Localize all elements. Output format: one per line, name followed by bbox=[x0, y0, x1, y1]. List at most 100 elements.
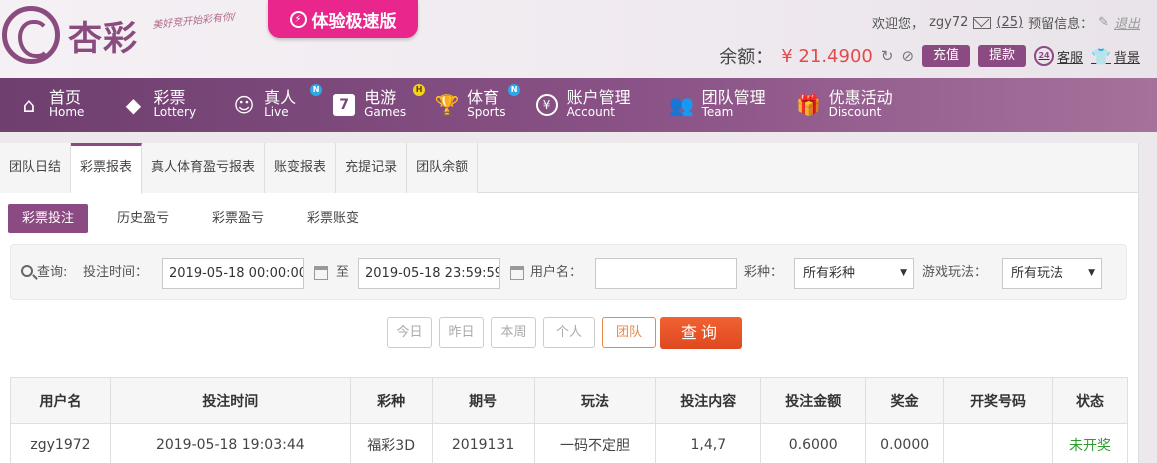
bet-time-label: 投注时间： bbox=[83, 265, 149, 280]
cell-status: 未开奖 bbox=[1052, 423, 1128, 463]
speed-version-button[interactable]: ⚡ 体验极速版 bbox=[268, 0, 418, 38]
nav-label-cn: 优惠活动 bbox=[828, 88, 893, 107]
nav-item-home[interactable]: ⌂ 首页 Home bbox=[18, 78, 85, 132]
withdraw-button[interactable]: 提款 bbox=[978, 45, 1027, 67]
filter-team-button[interactable]: 团队 bbox=[602, 317, 656, 348]
nav-label-en: Home bbox=[49, 105, 85, 119]
caret-down-icon: ▼ bbox=[900, 268, 907, 278]
background-skin-label: 背景 bbox=[1113, 50, 1140, 66]
background-skin-link[interactable]: 👕 背景 bbox=[1091, 47, 1140, 66]
logo-text: 杏彩 bbox=[68, 18, 138, 59]
slogan: 美好竞开始彩有你/ bbox=[151, 11, 236, 32]
search-icon bbox=[21, 265, 33, 277]
tab-lottery-report[interactable]: 彩票报表 bbox=[71, 143, 143, 194]
balance-value: ¥ 21.4900 bbox=[781, 45, 873, 67]
balance-bar: 余额： ¥ 21.4900 ↻ ⊘ 充值 提款 24 客服 👕 背景 bbox=[719, 43, 1140, 69]
search-button[interactable]: 查询 bbox=[660, 317, 742, 349]
filter-week-button[interactable]: 本周 bbox=[491, 317, 536, 348]
shirt-icon: 👕 bbox=[1091, 46, 1111, 66]
edit-icon[interactable]: ✎ bbox=[1098, 15, 1109, 30]
cell-draw-number bbox=[943, 423, 1053, 463]
new-badge: N bbox=[310, 84, 323, 96]
seven-icon: 7 bbox=[333, 94, 356, 116]
bet-records-table: 用户名 投注时间 彩种 期号 玩法 投注内容 投注金额 奖金 开奖号码 状态 z… bbox=[10, 377, 1128, 463]
calendar-icon[interactable] bbox=[510, 266, 524, 280]
message-count-link[interactable]: (25) bbox=[996, 15, 1023, 30]
customer-service-icon: 24 bbox=[1034, 46, 1055, 66]
refresh-icon[interactable]: ↻ bbox=[881, 47, 894, 65]
mail-icon[interactable] bbox=[973, 16, 992, 29]
diamond-icon: ◆ bbox=[125, 93, 142, 117]
report-tabs: 团队日结 彩票报表 真人体育盈亏报表 账变报表 充提记录 团队余额 bbox=[0, 143, 1138, 194]
yen-icon: ¥ bbox=[535, 94, 558, 116]
new-badge: N bbox=[508, 84, 521, 96]
to-label: 至 bbox=[336, 265, 350, 280]
lightning-icon: ⚡ bbox=[289, 10, 307, 28]
tab-team-daily[interactable]: 团队日结 bbox=[0, 143, 72, 193]
nav-item-team[interactable]: 👥 团队管理 Team bbox=[669, 78, 765, 132]
col-lottery: 彩种 bbox=[349, 377, 433, 424]
nav-item-lottery[interactable]: ◆ 彩票 Lottery bbox=[122, 78, 196, 132]
lottery-type-select[interactable]: 所有彩种 ▼ bbox=[794, 258, 914, 289]
nav-item-live[interactable]: ☺ 真人 Live N bbox=[233, 78, 323, 132]
quick-filter-buttons: 今日 昨日 本周 个人 团队 bbox=[387, 317, 656, 348]
site-logo[interactable]: 杏彩 bbox=[2, 6, 138, 64]
col-amount: 投注金额 bbox=[760, 377, 867, 424]
username-label: 用户名： bbox=[530, 265, 583, 280]
nav-item-discount[interactable]: 🎁 优惠活动 Discount bbox=[796, 78, 893, 132]
nav-label-en: Games bbox=[364, 105, 407, 119]
end-time-input[interactable]: 2019-05-18 23:59:59 bbox=[358, 258, 500, 289]
nav-label-en: Discount bbox=[828, 105, 882, 119]
cell-lottery: 福彩3D bbox=[349, 423, 433, 463]
welcome-text: 欢迎您， bbox=[872, 17, 925, 32]
nav-label-cn: 账户管理 bbox=[566, 88, 631, 107]
tab-account-change[interactable]: 账变报表 bbox=[265, 143, 337, 193]
cell-amount: 0.6000 bbox=[760, 423, 867, 463]
subtab-lottery-bets[interactable]: 彩票投注 bbox=[8, 204, 89, 233]
trophy-icon: 🏆 bbox=[434, 93, 460, 117]
play-type-label: 游戏玩法： bbox=[922, 265, 988, 280]
calendar-icon[interactable] bbox=[314, 266, 328, 280]
col-issue: 期号 bbox=[431, 377, 535, 424]
nav-label-en: Team bbox=[701, 105, 734, 119]
cell-username: zgy1972 bbox=[10, 423, 111, 463]
username-input[interactable] bbox=[595, 258, 737, 289]
caret-down-icon: ▼ bbox=[1088, 268, 1095, 278]
lottery-type-label: 彩种： bbox=[744, 265, 784, 280]
filter-today-button[interactable]: 今日 bbox=[387, 317, 432, 348]
recharge-button[interactable]: 充值 bbox=[922, 45, 971, 67]
tab-team-balance[interactable]: 团队余额 bbox=[407, 143, 479, 193]
reserved-info-label: 预留信息： bbox=[1028, 17, 1094, 32]
play-type-select[interactable]: 所有玩法 ▼ bbox=[1002, 258, 1102, 289]
subtab-lottery-pnl[interactable]: 彩票盈亏 bbox=[198, 204, 278, 233]
hot-badge: H bbox=[413, 84, 426, 96]
user-info-bar: 欢迎您， zgy72 (25) 预留信息： ✎ 退出 bbox=[872, 13, 1140, 32]
play-type-value: 所有玩法 bbox=[1011, 266, 1064, 281]
person-icon: ☺ bbox=[233, 93, 255, 117]
hide-eye-icon[interactable]: ⊘ bbox=[901, 47, 914, 65]
nav-label-cn: 真人 bbox=[264, 88, 297, 107]
nav-label-en: Account bbox=[566, 105, 616, 119]
start-time-input[interactable]: 2019-05-18 00:00:00 bbox=[162, 258, 304, 289]
nav-item-games[interactable]: 7 电游 Games H bbox=[333, 78, 426, 132]
username: zgy72 bbox=[929, 15, 969, 30]
nav-item-sports[interactable]: 🏆 体育 Sports N bbox=[434, 78, 521, 132]
cell-bet-time: 2019-05-18 19:03:44 bbox=[109, 423, 351, 463]
lottery-type-value: 所有彩种 bbox=[803, 266, 856, 281]
filter-personal-button[interactable]: 个人 bbox=[543, 317, 595, 348]
filter-yesterday-button[interactable]: 昨日 bbox=[439, 317, 484, 348]
tab-deposit-withdraw[interactable]: 充提记录 bbox=[336, 143, 408, 193]
home-icon: ⌂ bbox=[22, 93, 36, 117]
logout-link[interactable]: 退出 bbox=[1114, 13, 1140, 32]
tab-live-sports-pnl[interactable]: 真人体育盈亏报表 bbox=[142, 143, 266, 193]
subtab-lottery-account-change[interactable]: 彩票账变 bbox=[293, 204, 373, 233]
cell-play: 一码不定胆 bbox=[533, 423, 657, 463]
customer-service-link[interactable]: 24 客服 bbox=[1034, 46, 1083, 66]
col-play: 玩法 bbox=[533, 377, 657, 424]
col-bonus: 奖金 bbox=[865, 377, 945, 424]
subtab-history-pnl[interactable]: 历史盈亏 bbox=[103, 204, 183, 233]
query-label: 查询: bbox=[37, 265, 68, 280]
customer-service-label: 客服 bbox=[1057, 50, 1084, 66]
table-row: zgy1972 2019-05-18 19:03:44 福彩3D 2019131… bbox=[10, 423, 1128, 463]
nav-item-account[interactable]: ¥ 账户管理 Account bbox=[535, 78, 631, 132]
